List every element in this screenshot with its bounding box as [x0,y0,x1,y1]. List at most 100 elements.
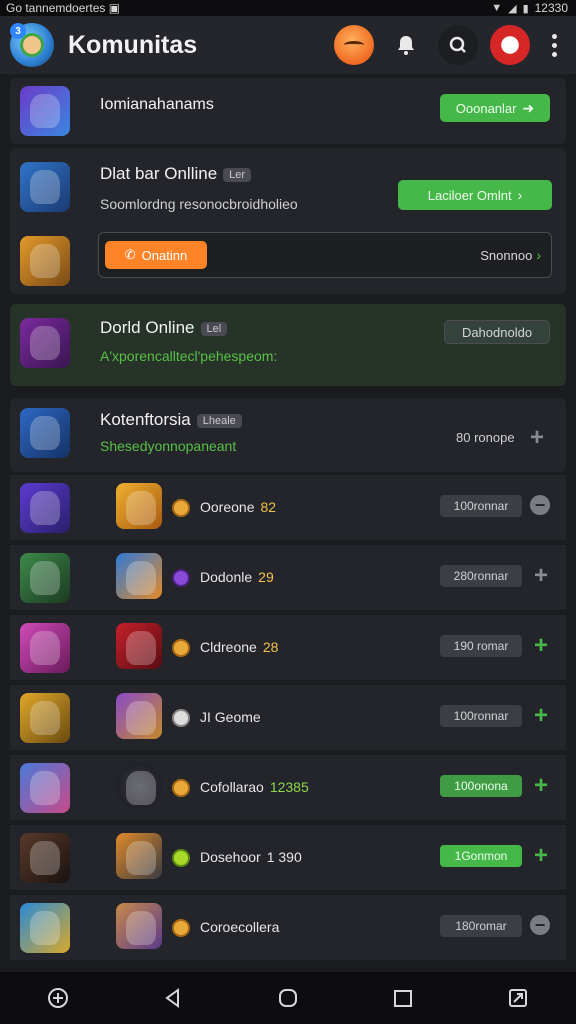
row-pill[interactable]: 280ronnar [440,565,522,587]
coin-icon [172,569,190,587]
list-item[interactable]: JI Geome 100ronnar + [10,684,566,750]
player-avatar [116,763,162,809]
join-online-button[interactable]: Laciloer Omlnt › [398,180,552,210]
player-avatar [116,903,162,949]
game-thumbnail [20,763,70,813]
coin-icon [172,919,190,937]
list-item[interactable]: Cldreone 28 190 romar + [10,614,566,680]
coin-icon [172,639,190,657]
card-title: Dlat bar Onlline Ler [100,164,252,184]
level-tag: Lheale [196,413,242,428]
more-menu-icon[interactable] [542,33,566,57]
app-logo-icon[interactable]: 3 [10,23,54,67]
status-right: ▼ ◢ ▮ 12330 [491,1,568,15]
player-avatar [116,693,162,739]
row-name: Cofollarao 12385 [200,779,309,795]
rewards-badge-icon[interactable] [490,25,530,65]
arrow-right-icon: ➜ [522,99,535,116]
coin-icon [172,499,190,517]
row-name: Dodonle 29 [200,569,274,585]
back-icon[interactable] [153,978,193,1018]
game-thumbnail [20,408,70,458]
phone-icon: ✆ [124,247,136,262]
game-thumbnail [20,693,70,743]
status-bar: Go tannemdoertes ▣ ▼ ◢ ▮ 12330 [0,0,576,16]
card-title: Iomianahanams [100,96,214,113]
game-thumbnail [20,553,70,603]
player-avatar [116,553,162,599]
remove-icon[interactable]: − [530,915,550,935]
level-tag: Ler [223,167,252,182]
row-pill[interactable]: 180romar [440,915,522,937]
community-card-online[interactable]: Dlat bar Onlline Ler Soomlordng resonocbr… [10,148,566,294]
join-button[interactable]: Ooonanlar ➜ [440,94,550,122]
row-pill[interactable]: 190 romar [440,635,522,657]
status-time: 12330 [534,1,568,15]
player-avatar [116,483,162,529]
add-icon[interactable]: + [530,424,544,452]
add-icon[interactable]: + [530,564,552,588]
coin-icon [172,709,190,727]
add-icon[interactable]: + [530,774,552,798]
logo-badge: 3 [10,23,26,39]
recents-icon[interactable] [383,978,423,1018]
row-pill[interactable]: 100onona [440,775,522,797]
chat-input-row[interactable]: ✆ Onatinn Snonnoo › [98,232,552,278]
status-left-text: Go tannemdoertes ▣ [6,1,121,15]
community-card-online-2[interactable]: Dorld Online Lel A'xporencalltecl'pehespe… [10,304,566,386]
arrow-right-icon: › [517,187,523,203]
game-thumbnail [20,86,70,136]
row-pill[interactable]: 1Gonmon [440,845,522,867]
coin-icon [172,779,190,797]
page-title: Komunitas [68,30,198,59]
game-thumbnail [20,623,70,673]
row-name: Dosehoor 1 390 [200,849,302,865]
card-subtitle: Soomlordng resonocbroidholieo [100,196,298,212]
add-icon[interactable]: + [530,704,552,728]
send-link[interactable]: Snonnoo › [480,247,541,263]
list-item[interactable]: Cofollarao 12385 100onona + [10,754,566,820]
remove-icon[interactable]: − [530,495,550,515]
player-avatar [116,833,162,879]
list-item[interactable]: Dodonle 29 280ronnar + [10,544,566,610]
row-pill[interactable]: 100ronnar [440,705,522,727]
community-card-top[interactable]: Iomianahanams Ooonanlar ➜ [10,78,566,144]
share-icon[interactable] [498,978,538,1018]
list-item[interactable]: Ooreone 82 100ronnar − [10,474,566,540]
community-card-kontent[interactable]: Kotenftorsia Lheale Shesedyonnopaneant 80… [10,398,566,472]
add-icon[interactable]: + [530,844,552,868]
battery-icon: ▮ [522,2,529,15]
game-thumbnail [20,903,70,953]
list-item[interactable]: Coroecollera 180romar − [10,894,566,960]
members-count: 80 ronope [456,430,515,445]
download-button[interactable]: Dahodnoldo [444,320,550,344]
game-controller-icon[interactable] [38,978,78,1018]
card-subtitle: Shesedyonnopaneant [100,438,237,454]
system-nav-bar [0,972,576,1024]
game-thumbnail [20,236,70,286]
game-thumbnail [20,483,70,533]
add-icon[interactable]: + [530,634,552,658]
signal-icon: ◢ [508,2,517,15]
row-name: Cldreone 28 [200,639,279,655]
search-icon[interactable] [438,25,478,65]
player-avatar [116,623,162,669]
notification-bell-icon[interactable] [386,25,426,65]
list-item[interactable]: Dosehoor 1 390 1Gonmon + [10,824,566,890]
arrow-right-icon: › [536,247,541,263]
home-icon[interactable] [268,978,308,1018]
row-name: Ooreone 82 [200,499,277,515]
row-name: JI Geome [200,709,261,725]
card-title: Kotenftorsia Lheale [100,410,242,430]
card-title: Dorld Online Lel [100,318,228,338]
coin-icon [172,849,190,867]
game-thumbnail [20,833,70,883]
card-subtitle: A'xporencalltecl'pehespeom: [100,348,278,364]
profile-avatar-icon[interactable] [334,25,374,65]
game-thumbnail [20,162,70,212]
row-name: Coroecollera [200,919,280,935]
level-tag: Lel [200,321,228,336]
row-pill[interactable]: 100ronnar [440,495,522,517]
app-header: 3 Komunitas [0,16,576,74]
online-button[interactable]: ✆ Onatinn [105,241,207,269]
